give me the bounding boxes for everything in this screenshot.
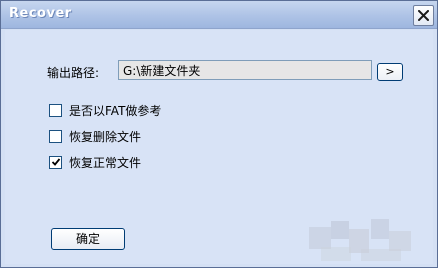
close-icon [418, 10, 429, 21]
recover-dialog: Recover 输出路径: > 是否以FAT做参考 恢复删除文件 恢复正常文件 … [0, 0, 438, 268]
fat-reference-label: 是否以FAT做参考 [69, 103, 162, 118]
recover-deleted-label: 恢复删除文件 [69, 129, 142, 144]
recover-deleted-checkbox[interactable] [49, 129, 62, 143]
checkmark-icon [51, 157, 61, 166]
recover-normal-checkbox[interactable] [49, 155, 62, 169]
browse-button[interactable]: > [377, 63, 403, 81]
ok-button[interactable]: 确定 [51, 228, 125, 250]
fat-reference-checkbox[interactable] [49, 103, 62, 117]
recover-normal-label: 恢复正常文件 [69, 155, 142, 170]
close-button[interactable] [413, 5, 434, 26]
option-recover-deleted[interactable]: 恢复删除文件 [49, 128, 141, 144]
output-path-label: 输出路径: [47, 66, 100, 80]
option-fat-reference[interactable]: 是否以FAT做参考 [49, 102, 161, 118]
window-title: Recover [9, 6, 72, 21]
watermark-image [309, 219, 411, 261]
output-path-field[interactable] [118, 60, 372, 80]
title-bar[interactable]: Recover [1, 1, 437, 29]
option-recover-normal[interactable]: 恢复正常文件 [49, 154, 141, 170]
